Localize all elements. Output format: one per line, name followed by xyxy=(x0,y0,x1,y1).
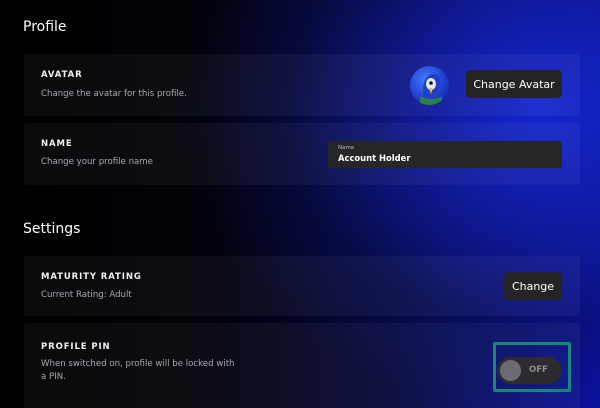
avatar[interactable] xyxy=(410,66,449,105)
profile-pin-label: PROFILE PIN xyxy=(41,342,111,352)
settings-heading: Settings xyxy=(23,221,81,237)
avatar-label: AVATAR xyxy=(41,70,83,80)
name-input[interactable]: Name Account Holder xyxy=(328,141,562,168)
maturity-rating-card: MATURITY RATING Current Rating: Adult xyxy=(24,256,580,316)
toggle-state-label: OFF xyxy=(529,365,548,375)
bird-avatar-icon xyxy=(420,68,442,105)
name-label: NAME xyxy=(41,139,73,149)
avatar-description: Change the avatar for this profile. xyxy=(41,89,187,99)
toggle-knob xyxy=(500,360,521,381)
maturity-rating-description: Current Rating: Adult xyxy=(41,290,132,300)
name-field-value: Account Holder xyxy=(338,153,411,163)
maturity-rating-label: MATURITY RATING xyxy=(41,272,142,282)
profile-heading: Profile xyxy=(23,19,67,35)
profile-pin-description-line2: a PIN. xyxy=(41,372,66,382)
profile-pin-description-line1: When switched on, profile will be locked… xyxy=(41,359,235,369)
profile-pin-toggle[interactable]: OFF xyxy=(497,357,562,384)
change-avatar-button[interactable]: Change Avatar xyxy=(466,70,562,98)
name-field-label: Name xyxy=(338,145,355,151)
change-rating-button[interactable]: Change xyxy=(504,272,562,300)
name-description: Change your profile name xyxy=(41,157,153,167)
